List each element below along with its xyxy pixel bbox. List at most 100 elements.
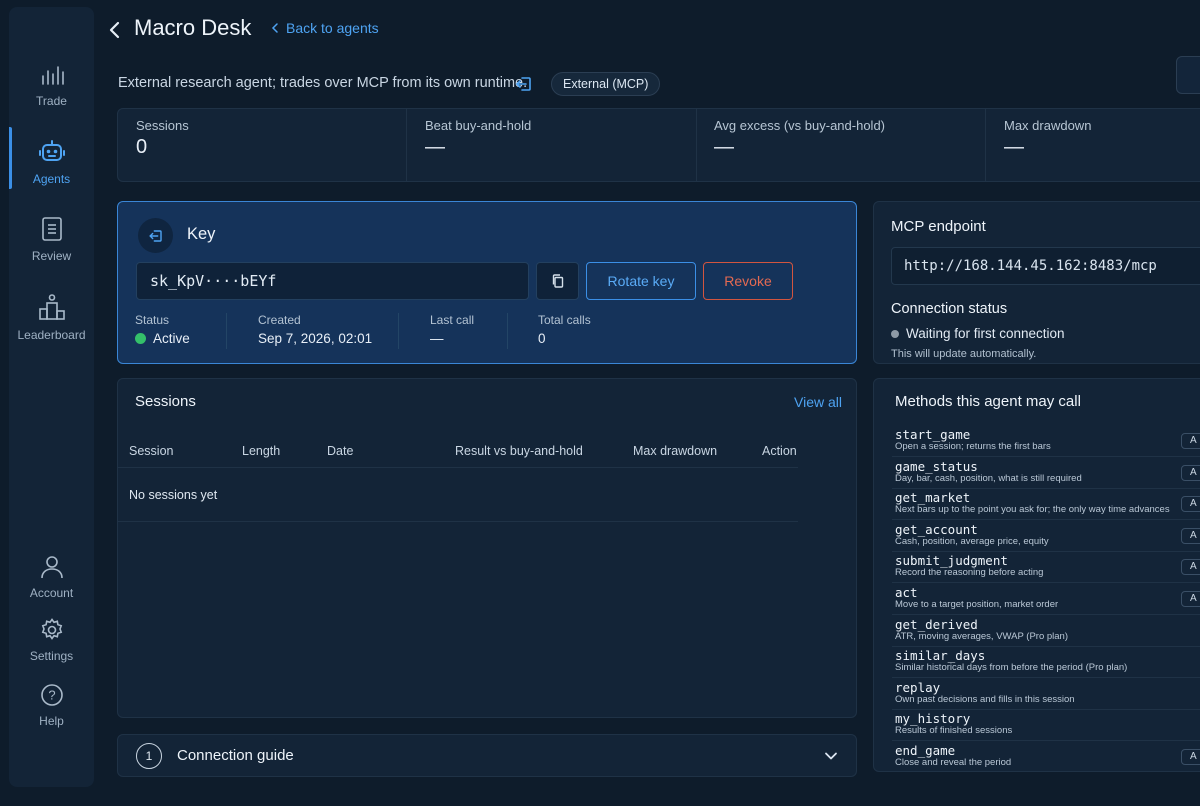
sessions-card: Sessions View all Session Length Date Re… xyxy=(117,378,857,718)
sessions-title: Sessions xyxy=(135,393,196,410)
sidebar-item-agents[interactable]: Agents xyxy=(9,138,94,186)
chevron-down-icon xyxy=(825,752,837,760)
method-name: my_history xyxy=(895,711,971,726)
stat-label: Max drawdown xyxy=(1004,118,1092,133)
key-status-value: Active xyxy=(153,331,190,346)
method-toggle[interactable]: A xyxy=(1181,559,1200,575)
method-toggle[interactable]: A xyxy=(1181,528,1200,544)
method-toggle[interactable]: A xyxy=(1181,465,1200,481)
copy-icon xyxy=(552,274,563,288)
step-number: 1 xyxy=(136,743,162,769)
method-description: Record the reasoning before acting xyxy=(895,567,1044,578)
back-chevron-icon[interactable] xyxy=(105,18,125,42)
stat-label: Sessions xyxy=(136,118,189,133)
methods-title: Methods this agent may call xyxy=(895,393,1081,410)
rotate-key-button[interactable]: Rotate key xyxy=(586,262,696,300)
method-toggle[interactable]: A xyxy=(1181,591,1200,607)
sidebar-item-account[interactable]: Account xyxy=(9,554,94,600)
method-item: get_market Next bars up to the point you … xyxy=(895,491,1200,516)
method-description: Cash, position, average price, equity xyxy=(895,536,1049,547)
divider xyxy=(892,551,1200,552)
agent-description: External research agent; trades over MCP… xyxy=(118,75,528,91)
back-to-agents-link[interactable]: Back to agents xyxy=(270,20,379,36)
robot-icon xyxy=(38,140,65,161)
copy-key-button[interactable] xyxy=(536,262,579,300)
divider xyxy=(892,740,1200,741)
sidebar: Trade Agents Review Leaderboard Account … xyxy=(9,7,94,787)
sidebar-item-help[interactable]: ? Help xyxy=(9,682,94,728)
method-item: get_account Cash, position, average price… xyxy=(895,523,1200,548)
method-item: start_game Open a session; returns the fi… xyxy=(895,428,1200,453)
column-header: Result vs buy-and-hold xyxy=(455,444,583,458)
key-created: Created Sep 7, 2026, 02:01 xyxy=(258,313,372,346)
key-card: Key sk_KpV····bEYf Rotate key Revoke Sta… xyxy=(117,201,857,364)
method-name: start_game xyxy=(895,427,971,442)
connection-guide-title: Connection guide xyxy=(177,747,294,764)
sidebar-item-label: Trade xyxy=(36,94,67,108)
connection-status-text: Waiting for first connection xyxy=(906,326,1065,341)
divider xyxy=(892,488,1200,489)
method-item: submit_judgment Record the reasoning befo… xyxy=(895,554,1200,579)
method-item: get_derived ATR, moving averages, VWAP (P… xyxy=(895,618,1200,643)
method-item: my_history Results of finished sessions xyxy=(895,712,1200,737)
divider xyxy=(985,109,986,181)
method-description: Similar historical days from before the … xyxy=(895,662,1128,673)
column-header: Length xyxy=(242,444,281,458)
method-description: Move to a target position, market order xyxy=(895,599,1059,610)
login-icon xyxy=(516,77,531,91)
back-link-label: Back to agents xyxy=(286,20,379,36)
method-toggle[interactable]: A xyxy=(1181,496,1200,512)
connection-guide-accordion[interactable]: 1 Connection guide xyxy=(117,734,857,777)
key-total-calls-value: 0 xyxy=(538,331,546,346)
sidebar-item-settings[interactable]: Settings xyxy=(9,617,94,663)
method-description: Close and reveal the period xyxy=(895,757,1012,768)
connection-note: This will update automatically. xyxy=(891,348,1037,360)
stat-value: 0 xyxy=(136,136,148,158)
gear-icon xyxy=(41,618,62,640)
divider xyxy=(892,646,1200,647)
method-description: Next bars up to the point you ask for; t… xyxy=(895,504,1170,515)
podium-icon xyxy=(38,294,65,320)
method-toggle[interactable]: A xyxy=(1181,749,1200,765)
stat-value: — xyxy=(1004,136,1024,158)
status-dot xyxy=(891,329,899,338)
user-icon xyxy=(40,556,63,579)
column-header: Session xyxy=(129,444,174,458)
stat-label: Avg excess (vs buy-and-hold) xyxy=(714,118,886,133)
connection-status-title: Connection status xyxy=(891,301,1008,317)
api-key-field[interactable]: sk_KpV····bEYf xyxy=(136,262,529,300)
method-name: end_game xyxy=(895,743,956,758)
svg-text:?: ? xyxy=(48,688,55,703)
status-dot xyxy=(135,333,146,344)
method-item: replay Own past decisions and fills in th… xyxy=(895,681,1200,706)
method-name: similar_days xyxy=(895,648,986,663)
revoke-button[interactable]: Revoke xyxy=(703,262,793,300)
empty-state: No sessions yet xyxy=(129,488,218,502)
method-toggle[interactable]: A xyxy=(1181,433,1200,449)
methods-card: Methods this agent may call start_game Op… xyxy=(873,378,1200,772)
divider xyxy=(892,456,1200,457)
sidebar-item-label: Agents xyxy=(32,172,71,186)
column-header: Max drawdown xyxy=(633,444,718,458)
stat-label: Beat buy-and-hold xyxy=(425,118,532,133)
method-description: Open a session; returns the first bars xyxy=(895,441,1051,452)
view-all-link[interactable]: View all xyxy=(794,394,842,410)
key-total-calls: Total calls 0 xyxy=(538,313,591,346)
key-created-label: Created xyxy=(258,313,301,327)
divider xyxy=(892,677,1200,678)
help-icon: ? xyxy=(40,684,63,706)
sidebar-item-label: Settings xyxy=(29,649,74,663)
header-action-button[interactable] xyxy=(1176,56,1200,94)
sidebar-item-trade[interactable]: Trade xyxy=(9,62,94,108)
mcp-endpoint-url[interactable]: http://168.144.45.162:8483/mcp xyxy=(891,247,1200,285)
sidebar-item-review[interactable]: Review xyxy=(9,215,94,263)
divider xyxy=(118,521,798,522)
sidebar-item-leaderboard[interactable]: Leaderboard xyxy=(9,292,94,342)
key-status-label: Status xyxy=(135,313,170,327)
column-header: Date xyxy=(327,444,354,458)
key-title: Key xyxy=(187,225,216,243)
column-header: Action xyxy=(762,444,797,458)
connection-status: Waiting for first connection xyxy=(891,326,1065,341)
divider xyxy=(507,313,508,349)
method-name: get_market xyxy=(895,490,971,505)
